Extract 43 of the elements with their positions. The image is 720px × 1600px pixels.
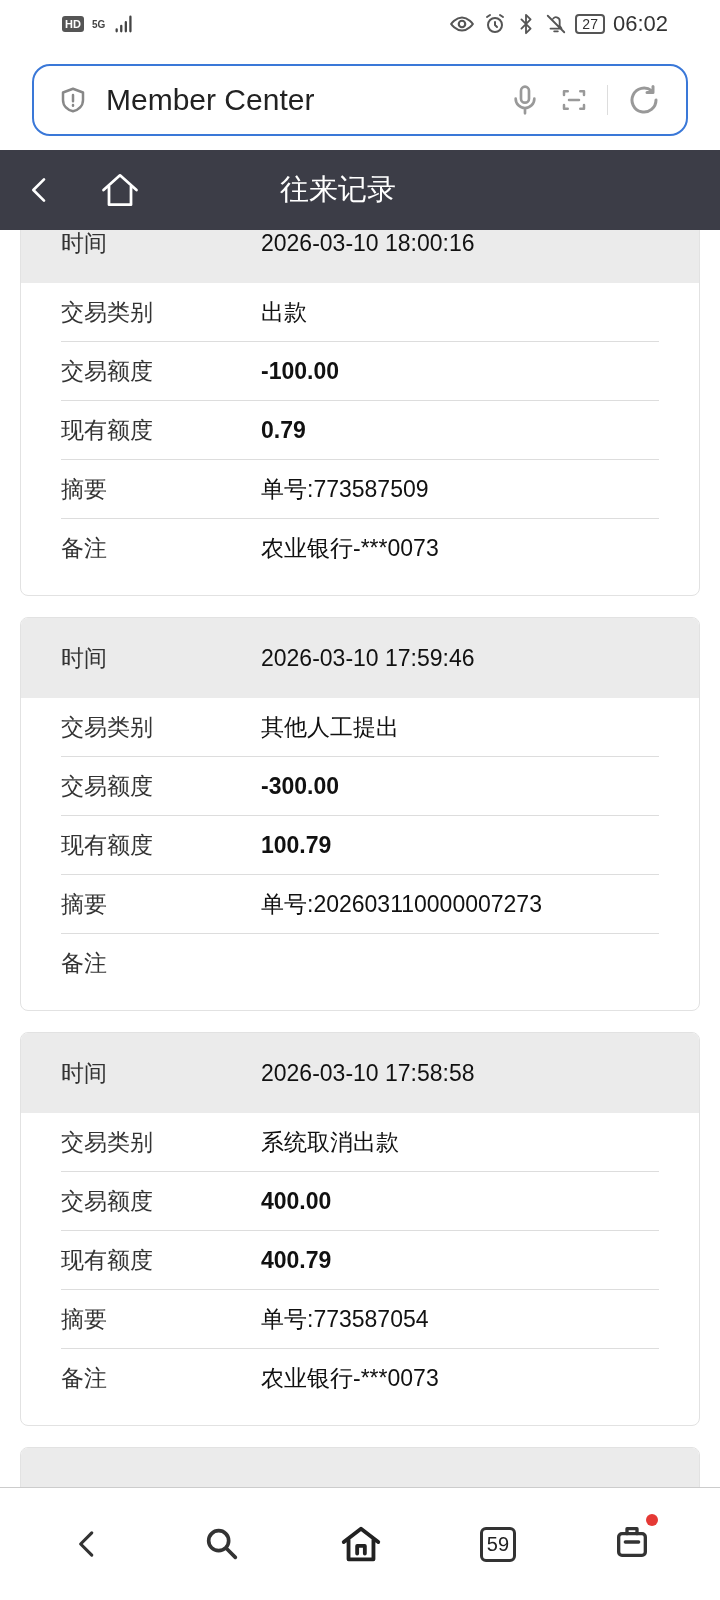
field-label: 摘要: [61, 474, 108, 504]
field-value: 单号:773587054: [261, 1304, 429, 1334]
amount-value: -300.00: [261, 772, 339, 800]
field-label: 备注: [61, 948, 108, 978]
field-label: 备注: [61, 533, 108, 563]
field-value: 2026-03-10 17:59:46: [261, 644, 475, 672]
battery-level: 27: [575, 14, 605, 34]
field-label: 交易类别: [61, 712, 154, 742]
field-label: 摘要: [61, 889, 108, 919]
page-title: Member Center: [106, 83, 316, 117]
field-label: 现有额度: [61, 830, 154, 860]
field-label: 交易额度: [61, 771, 154, 801]
field-label: 现有额度: [61, 415, 154, 445]
header-title: 往来记录: [280, 172, 396, 207]
field-value: 2026-03-10 18:00:16: [261, 230, 475, 257]
field-value: 单号:773587509: [261, 474, 429, 504]
field-label: 交易类别: [61, 1127, 154, 1157]
field-label: 时间: [61, 643, 108, 673]
field-value: 2026-03-10 17:58:58: [261, 1059, 475, 1087]
field-label: 时间: [61, 230, 108, 258]
field-value: 单号:202603110000007273: [261, 889, 542, 919]
hd-indicator: HD: [62, 16, 84, 32]
field-label: 时间: [61, 1058, 108, 1088]
amount-value: 400.79: [261, 1246, 332, 1274]
amount-value: 400.00: [261, 1187, 332, 1215]
address-bar[interactable]: Member Center: [32, 64, 688, 136]
field-value: 出款: [261, 297, 307, 327]
field-value: 其他人工提出: [261, 712, 399, 742]
amount-value: 100.79: [261, 831, 332, 859]
field-value: 农业银行-***0073: [261, 533, 439, 563]
field-label: 交易额度: [61, 356, 154, 386]
amount-value: 0.79: [261, 416, 306, 444]
tabs-button[interactable]: 59: [479, 1526, 517, 1562]
network-type: 5G: [91, 18, 106, 30]
clock: 06:02: [612, 11, 668, 37]
field-value: 系统取消出款: [261, 1127, 399, 1157]
field-value: 农业银行-***0073: [261, 1363, 439, 1393]
field-label: 现有额度: [61, 1245, 154, 1275]
field-label: 交易类别: [61, 297, 154, 327]
field-label: 交易额度: [61, 1186, 154, 1216]
field-label: 备注: [61, 1363, 108, 1393]
field-label: 摘要: [61, 1304, 108, 1334]
amount-value: -100.00: [261, 357, 339, 385]
